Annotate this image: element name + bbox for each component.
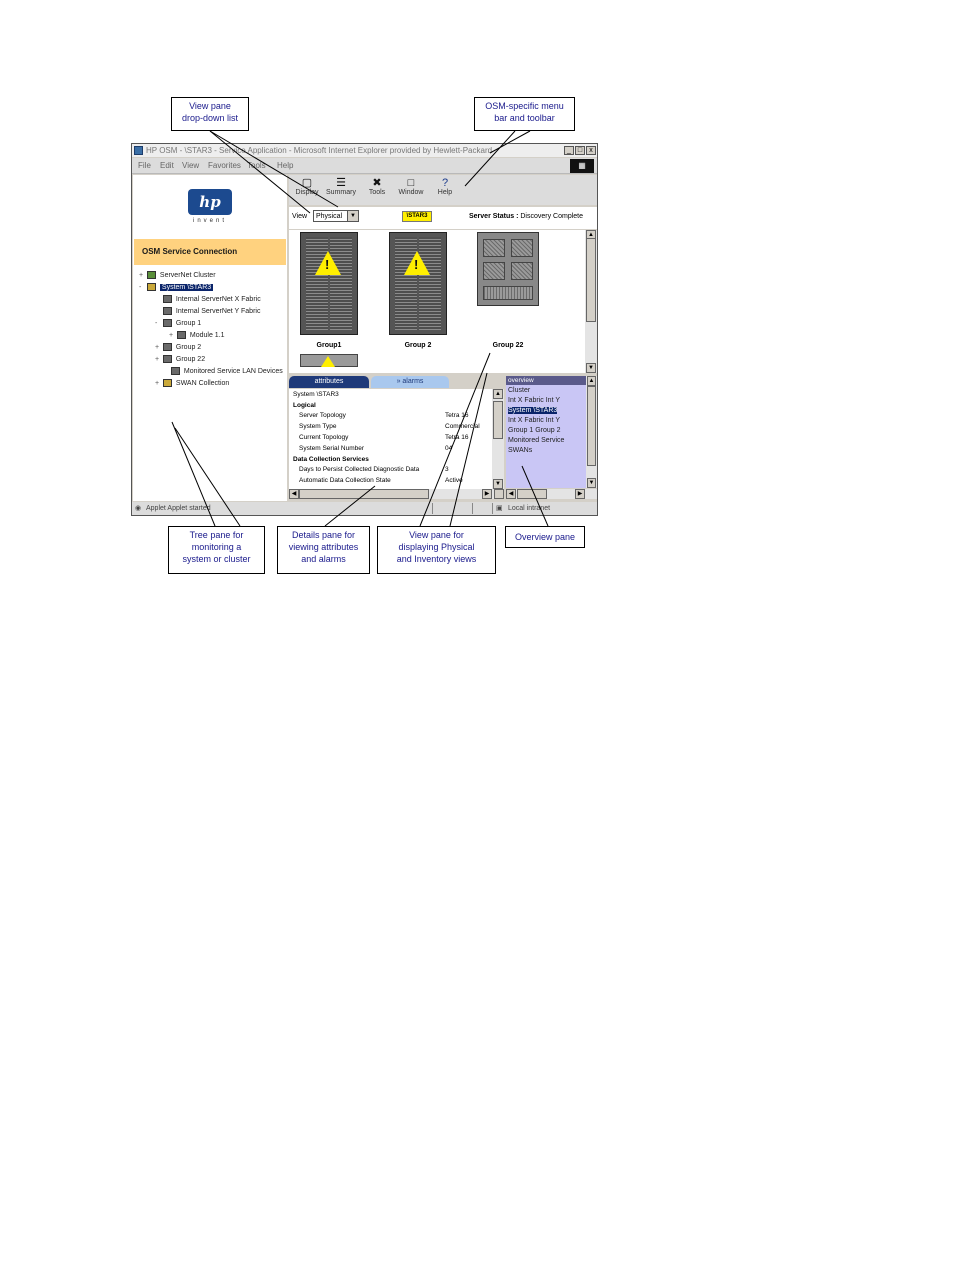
callout-leader-lines xyxy=(171,130,549,527)
